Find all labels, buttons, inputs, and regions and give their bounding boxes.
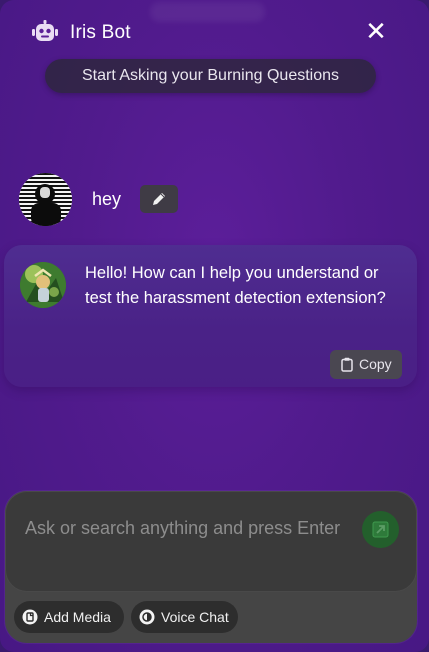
bot-message-card: Hello! How can I help you understand or … (4, 245, 417, 387)
pencil-icon (153, 193, 165, 205)
chat-panel: Iris Bot ✕ Start Asking your Burning Que… (0, 0, 429, 652)
copy-button[interactable]: Copy (330, 350, 402, 379)
user-message-row: hey (19, 173, 409, 227)
voice-chat-button[interactable]: Voice Chat (131, 601, 238, 633)
robot-icon (32, 20, 58, 41)
composer-input-area[interactable] (5, 491, 417, 592)
composer: Add Media Voice Chat (5, 491, 417, 643)
add-media-button[interactable]: Add Media (14, 601, 124, 633)
media-icon (22, 609, 38, 625)
user-message-text: hey (92, 189, 122, 209)
subtitle-banner: Start Asking your Burning Questions (45, 59, 376, 93)
voice-chat-label[interactable]: Voice Chat (161, 609, 229, 625)
close-icon[interactable]: ✕ (365, 17, 387, 47)
app-title: Iris Bot (70, 22, 131, 43)
bot-message-text: Hello! How can I help you understand or … (85, 264, 386, 307)
edit-message-button[interactable] (140, 185, 178, 213)
header: Iris Bot ✕ (0, 0, 429, 66)
bot-avatar (20, 262, 66, 308)
voice-icon (139, 609, 155, 625)
clipboard-icon (341, 357, 353, 372)
close-button[interactable]: ✕ (364, 17, 388, 47)
user-avatar (19, 173, 72, 226)
send-arrow-icon (372, 521, 389, 538)
copy-button-label[interactable]: Copy (359, 356, 392, 372)
add-media-label[interactable]: Add Media (44, 609, 111, 625)
search-input[interactable] (25, 515, 370, 541)
send-button[interactable] (362, 511, 399, 548)
